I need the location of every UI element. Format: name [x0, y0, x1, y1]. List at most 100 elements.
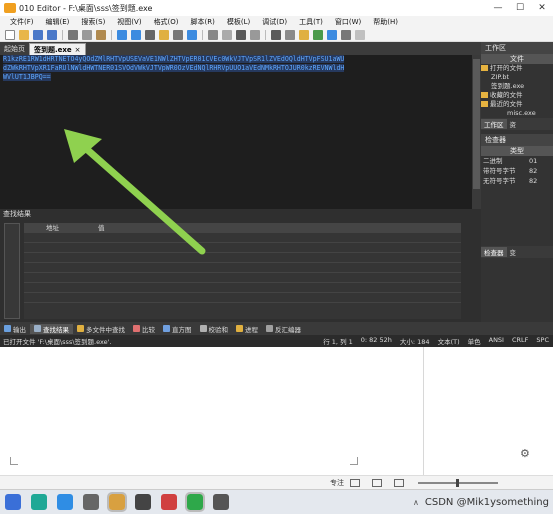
tree-item-zip-bt[interactable]: ZIP.bt — [481, 73, 553, 82]
read-mode-icon[interactable] — [350, 478, 360, 487]
cut-icon[interactable] — [68, 29, 78, 40]
tab-find-results[interactable]: 查找结果 — [30, 323, 73, 334]
toolbar-divider — [202, 29, 203, 40]
edge-browser-icon[interactable] — [57, 494, 73, 510]
print-layout-icon[interactable] — [372, 478, 382, 487]
tab-resources[interactable]: 资 — [507, 119, 520, 129]
tab-find-in-files[interactable]: 多文件中查找 — [73, 324, 129, 334]
app-icon[interactable] — [213, 494, 229, 510]
menu-file[interactable]: 文件(F) — [4, 17, 40, 27]
editor-line-text: dZWkRHTVpXR1FaRUlNWldHWTNER01SVOdVWkVJTV… — [3, 64, 345, 72]
find-results-sidebar — [4, 223, 20, 319]
tree-label: 打开的文件 — [490, 64, 523, 72]
app-icon[interactable] — [135, 494, 151, 510]
columns-icon[interactable] — [271, 29, 281, 40]
tab-start-page[interactable]: 起始页 — [0, 43, 29, 55]
menu-tools[interactable]: 工具(T) — [293, 17, 329, 27]
open-folder-icon[interactable] — [19, 29, 29, 40]
app-icon[interactable] — [83, 494, 99, 510]
tree-item-recent[interactable]: 最近的文件 — [481, 100, 553, 109]
menu-window[interactable]: 窗口(W) — [329, 17, 367, 27]
compare-icon[interactable] — [208, 29, 218, 40]
tab-variables[interactable]: 变 — [507, 247, 520, 257]
app-icon[interactable] — [161, 494, 177, 510]
tree-label: 收藏的文件 — [490, 91, 523, 99]
inspector-row[interactable]: 带符号字节 82 — [481, 166, 553, 176]
status-spc[interactable]: SPC — [532, 336, 553, 346]
menu-template[interactable]: 模板(L) — [221, 17, 256, 27]
tree-item-exe[interactable]: 签到题.exe — [481, 82, 553, 91]
hex-view-icon[interactable] — [222, 29, 232, 40]
bookmark-icon[interactable] — [327, 29, 337, 40]
column-address[interactable]: 地址 — [24, 223, 74, 233]
maximize-icon[interactable]: ☐ — [509, 0, 531, 16]
focus-mode-button[interactable]: 专注 — [330, 478, 344, 488]
menu-format[interactable]: 格式(O) — [148, 17, 185, 27]
tab-processes[interactable]: 进程 — [232, 324, 262, 334]
run-script-icon[interactable] — [299, 29, 309, 40]
options-icon[interactable] — [355, 29, 365, 40]
calculator-icon[interactable] — [341, 29, 351, 40]
zoom-knob[interactable] — [456, 478, 459, 487]
undo-icon[interactable] — [117, 29, 127, 40]
web-layout-icon[interactable] — [394, 478, 404, 487]
menu-search[interactable]: 搜索(S) — [75, 17, 111, 27]
find-results-table[interactable]: 地址 值 — [24, 223, 461, 319]
tab-compare[interactable]: 比较 — [129, 324, 159, 334]
scrollbar-thumb[interactable] — [473, 59, 480, 189]
pilcrow-icon[interactable] — [250, 29, 260, 40]
save-icon[interactable] — [33, 29, 43, 40]
tree-item-favorites[interactable]: 收藏的文件 — [481, 91, 553, 100]
menu-debug[interactable]: 调试(D) — [256, 17, 293, 27]
start-icon[interactable] — [5, 494, 21, 510]
tab-checksum[interactable]: 校验和 — [196, 324, 233, 334]
column-value[interactable]: 值 — [74, 223, 105, 233]
minimize-icon[interactable]: — — [487, 0, 509, 16]
tab-workspace[interactable]: 工作区 — [481, 119, 507, 129]
tree-item-open-files[interactable]: 打开的文件 — [481, 64, 553, 73]
menu-script[interactable]: 脚本(R) — [185, 17, 221, 27]
tree-label: 最近的文件 — [490, 100, 523, 108]
redo-icon[interactable] — [131, 29, 141, 40]
menu-edit[interactable]: 编辑(E) — [40, 17, 76, 27]
gear-icon[interactable]: ⚙ — [520, 447, 530, 460]
status-encoding[interactable]: ANSI — [485, 336, 508, 346]
template-icon[interactable] — [285, 29, 295, 40]
app-icon[interactable] — [31, 494, 47, 510]
text-editor[interactable]: R1kzRE1RW1dHRTNETO4yQOdZMlRHTVpUSEVaVE1N… — [0, 55, 472, 209]
find-icon[interactable] — [145, 29, 155, 40]
status-mode[interactable]: 文本(T) — [434, 336, 464, 346]
tab-close-icon[interactable]: × — [75, 46, 81, 54]
tab-disassembler[interactable]: 反汇编器 — [262, 324, 305, 334]
editor-scrollbar[interactable] — [472, 55, 481, 209]
new-file-icon[interactable] — [5, 29, 15, 40]
wechat-icon[interactable] — [185, 492, 205, 512]
close-icon[interactable]: ✕ — [531, 0, 553, 16]
status-line-ending[interactable]: CRLF — [508, 336, 532, 346]
text-view-icon[interactable] — [236, 29, 246, 40]
tab-inspector[interactable]: 检查器 — [481, 247, 507, 257]
copy-icon[interactable] — [82, 29, 92, 40]
inspector-row[interactable]: 二进制 01 — [481, 156, 553, 166]
tab-histogram[interactable]: 直方图 — [159, 324, 196, 334]
inspector-key: 二进制 — [483, 157, 503, 165]
status-size: 大小: 184 — [399, 338, 430, 346]
goto-icon[interactable] — [173, 29, 183, 40]
bottom-tab-bar: 输出 查找结果 多文件中查找 比较 直方图 校验和 进程 反汇编器 — [0, 322, 553, 335]
paste-icon[interactable] — [96, 29, 106, 40]
menu-view[interactable]: 视图(V) — [111, 17, 147, 27]
chevron-up-icon[interactable]: ∧ — [413, 498, 419, 507]
forward-arrow-icon[interactable] — [187, 29, 197, 40]
replace-icon[interactable] — [159, 29, 169, 40]
tab-file[interactable]: 签到题.exe × — [29, 43, 86, 55]
tab-output[interactable]: 输出 — [0, 324, 30, 334]
status-color[interactable]: 单色 — [464, 336, 485, 346]
inspector-row[interactable]: 无符号字节 82 — [481, 176, 553, 186]
zoom-slider[interactable] — [418, 478, 498, 487]
menu-bar: 文件(F) 编辑(E) 搜索(S) 视图(V) 格式(O) 脚本(R) 模板(L… — [0, 16, 553, 28]
menu-help[interactable]: 帮助(H) — [367, 17, 404, 27]
save-all-icon[interactable] — [47, 29, 57, 40]
tree-item-misc-exe[interactable]: misc.exe — [481, 109, 553, 118]
file-explorer-icon[interactable] — [107, 492, 127, 512]
run-template-icon[interactable] — [313, 29, 323, 40]
